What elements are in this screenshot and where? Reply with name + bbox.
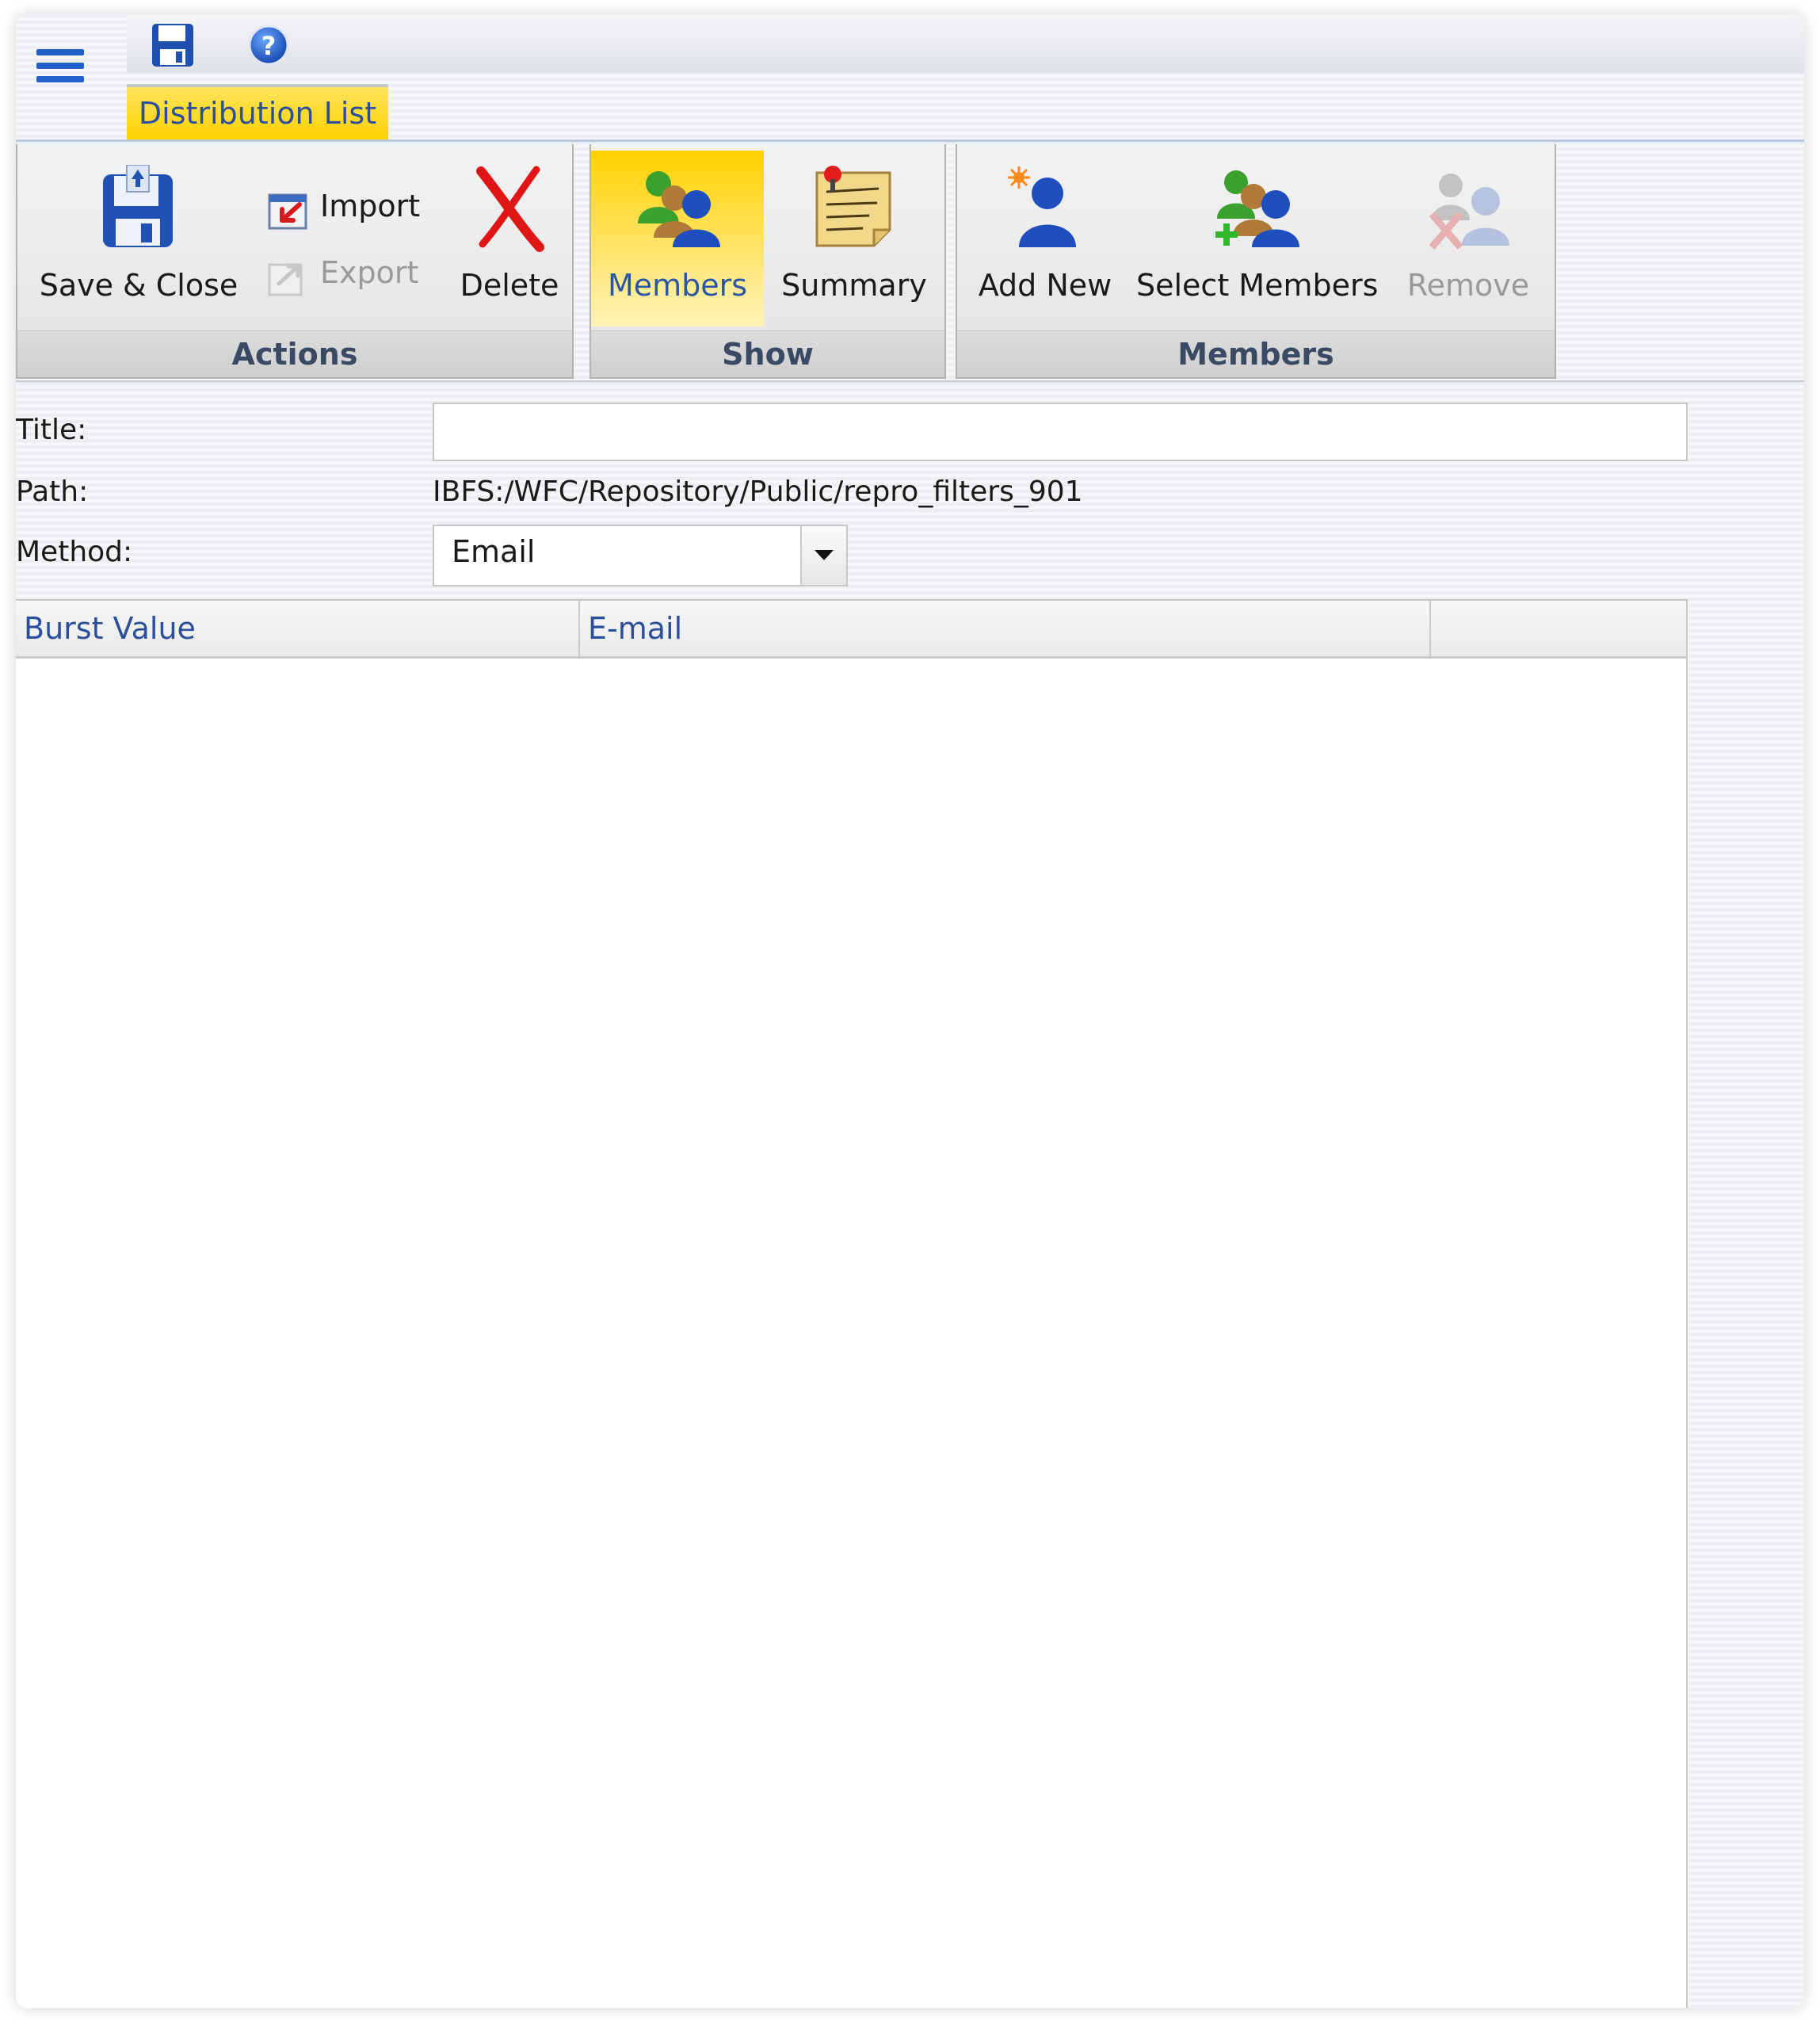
- quick-access-toolbar: [127, 14, 1804, 73]
- delete-button[interactable]: Delete: [450, 151, 569, 327]
- save-close-button[interactable]: Save & Close: [24, 151, 254, 327]
- tab-divider: [16, 139, 1804, 142]
- ribbon-group-actions: Save & Close Import Export Delete Action…: [16, 144, 574, 379]
- remove-members-icon: [1429, 174, 1509, 250]
- select-members-icon: [1215, 170, 1299, 247]
- show-members-label: Members: [607, 268, 748, 303]
- add-new-person-icon: [1008, 166, 1076, 247]
- column-header-burst-value[interactable]: Burst Value: [16, 601, 580, 656]
- column-header-email[interactable]: E-mail: [580, 601, 1431, 656]
- export-icon: [268, 263, 303, 296]
- tab-distribution-list[interactable]: Distribution List: [127, 84, 388, 139]
- import-button[interactable]: Import: [268, 185, 442, 233]
- summary-document-icon: [815, 166, 891, 247]
- delete-x-icon: [476, 166, 544, 252]
- delete-label: Delete: [460, 268, 559, 303]
- save-close-icon: [103, 165, 173, 247]
- add-new-label: Add New: [978, 268, 1112, 303]
- method-select[interactable]: Email: [433, 525, 848, 586]
- select-members-button[interactable]: Select Members: [1136, 151, 1379, 327]
- export-button[interactable]: Export: [268, 252, 442, 300]
- import-icon: [268, 193, 307, 230]
- path-value: IBFS:/WFC/Repository/Public/repro_filter…: [433, 475, 1083, 508]
- method-value: Email: [452, 534, 536, 569]
- show-members-button[interactable]: Members: [591, 151, 764, 327]
- chevron-down-icon: [815, 550, 834, 560]
- import-label: Import: [320, 189, 421, 223]
- svg-text:?: ?: [261, 31, 277, 61]
- grid-header: Burst Value E-mail: [16, 601, 1686, 659]
- method-dropdown-button[interactable]: [800, 526, 846, 585]
- actions-group-label: Actions: [17, 330, 572, 377]
- path-label: Path:: [16, 475, 89, 508]
- ribbon-divider: [16, 380, 1804, 382]
- show-summary-label: Summary: [781, 268, 927, 303]
- hamburger-menu-icon[interactable]: [36, 49, 84, 89]
- members-group-icon: [638, 171, 720, 247]
- floppy-disk-icon[interactable]: [151, 22, 195, 68]
- column-header-extra[interactable]: [1431, 601, 1686, 656]
- remove-label: Remove: [1406, 268, 1530, 303]
- show-summary-button[interactable]: Summary: [764, 151, 944, 327]
- distribution-list-window: ? Distribution List Save & Close Import: [16, 14, 1804, 2008]
- ribbon-group-show: Members Summary Show: [589, 144, 946, 379]
- members-group-label: Members: [957, 330, 1555, 377]
- show-group-label: Show: [591, 330, 944, 377]
- members-grid[interactable]: Burst Value E-mail: [16, 599, 1688, 2008]
- help-question-icon[interactable]: ?: [247, 24, 290, 67]
- add-new-button[interactable]: Add New: [962, 151, 1128, 327]
- ribbon-group-members: Add New Select Members Remove Members: [956, 144, 1556, 379]
- remove-button[interactable]: Remove: [1385, 151, 1551, 327]
- save-close-label: Save & Close: [39, 268, 238, 303]
- title-label: Title:: [16, 414, 87, 446]
- method-label: Method:: [16, 536, 133, 568]
- title-input[interactable]: [433, 403, 1688, 461]
- select-members-label: Select Members: [1136, 268, 1379, 303]
- export-label: Export: [320, 255, 419, 290]
